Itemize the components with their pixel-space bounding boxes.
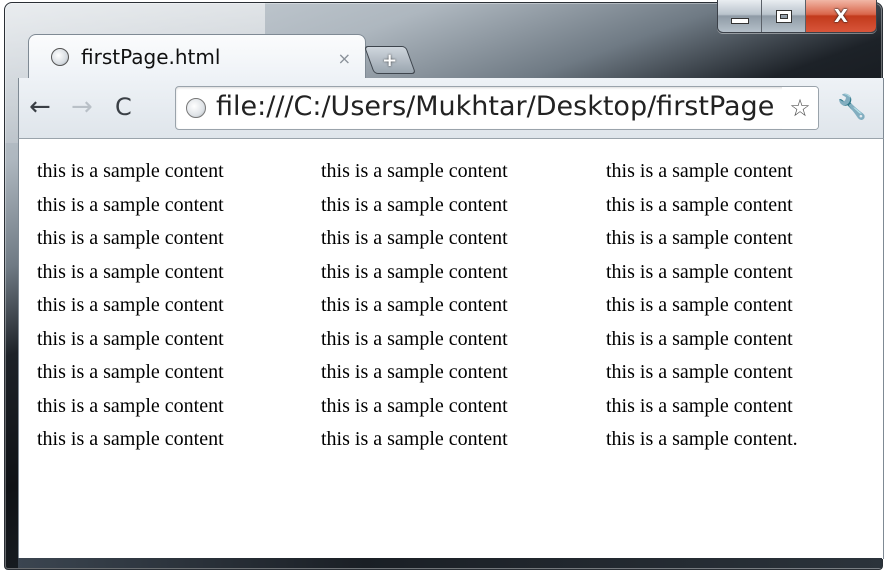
content-line: this is a sample content <box>37 260 224 283</box>
content-line: this is a sample content <box>606 193 793 216</box>
close-window-button[interactable]: X <box>806 0 876 32</box>
content-line: this is a sample content <box>321 294 508 316</box>
content-line: this is a sample content <box>37 160 224 182</box>
content-line: this is a sample content <box>321 361 508 383</box>
address-bar[interactable]: file:///C:/Users/Mukhtar/Desktop/firstPa… <box>175 86 819 130</box>
minimize-icon <box>730 18 749 24</box>
content-line: this is a sample content <box>37 428 224 450</box>
minimize-button[interactable] <box>718 0 762 32</box>
content-line: this is a sample content <box>606 361 793 383</box>
browser-toolbar: ← → C file:///C:/Users/Mukhtar/Desktop/f… <box>18 78 884 139</box>
content-line: this is a sample content <box>606 294 793 316</box>
maximize-icon <box>776 10 791 22</box>
tab-close-button[interactable]: × <box>338 49 351 68</box>
content-line: this is a sample content <box>606 327 793 350</box>
maximize-button[interactable] <box>762 0 806 32</box>
tab-title: firstPage.html <box>81 45 221 69</box>
content-line: this is a sample content <box>321 327 508 350</box>
content-column-1: this is a sample content this is a sampl… <box>37 155 224 457</box>
wrench-menu-icon[interactable]: 🔧 <box>835 90 869 124</box>
content-line: this is a sample content <box>321 394 508 417</box>
content-column-3: this is a sample content this is a sampl… <box>606 155 798 457</box>
content-line: this is a sample content. <box>606 428 798 450</box>
window-bottom-frame <box>18 558 882 568</box>
address-url[interactable]: file:///C:/Users/Mukhtar/Desktop/firstPa… <box>216 91 774 122</box>
content-line: this is a sample content <box>37 327 224 350</box>
forward-button[interactable]: → <box>71 92 93 122</box>
content-line: this is a sample content <box>606 394 793 417</box>
content-line: this is a sample content <box>37 394 224 417</box>
window-caption-buttons: X <box>717 0 877 33</box>
content-line: this is a sample content <box>321 160 508 182</box>
content-line: this is a sample content <box>321 428 508 450</box>
close-icon: X <box>834 5 848 27</box>
content-line: this is a sample content <box>321 193 508 216</box>
bookmark-star-icon[interactable]: ☆ <box>782 87 818 129</box>
tab-firstpage[interactable]: firstPage.html × <box>28 34 366 79</box>
content-line: this is a sample content <box>37 193 224 216</box>
reload-button[interactable]: C <box>115 92 132 122</box>
content-line: this is a sample content <box>37 227 224 249</box>
content-line: this is a sample content <box>37 294 224 316</box>
content-line: this is a sample content <box>606 160 793 182</box>
content-line: this is a sample content <box>321 227 508 249</box>
content-line: this is a sample content <box>37 361 224 383</box>
globe-icon <box>51 48 69 66</box>
content-column-2: this is a sample content this is a sampl… <box>321 155 508 457</box>
content-line: this is a sample content <box>606 227 793 249</box>
plus-icon: + <box>382 49 398 71</box>
content-line: this is a sample content <box>321 260 508 283</box>
page-content: this is a sample content this is a sampl… <box>18 139 884 559</box>
content-line: this is a sample content <box>606 260 793 283</box>
back-button[interactable]: ← <box>29 92 51 122</box>
globe-icon <box>186 98 206 118</box>
